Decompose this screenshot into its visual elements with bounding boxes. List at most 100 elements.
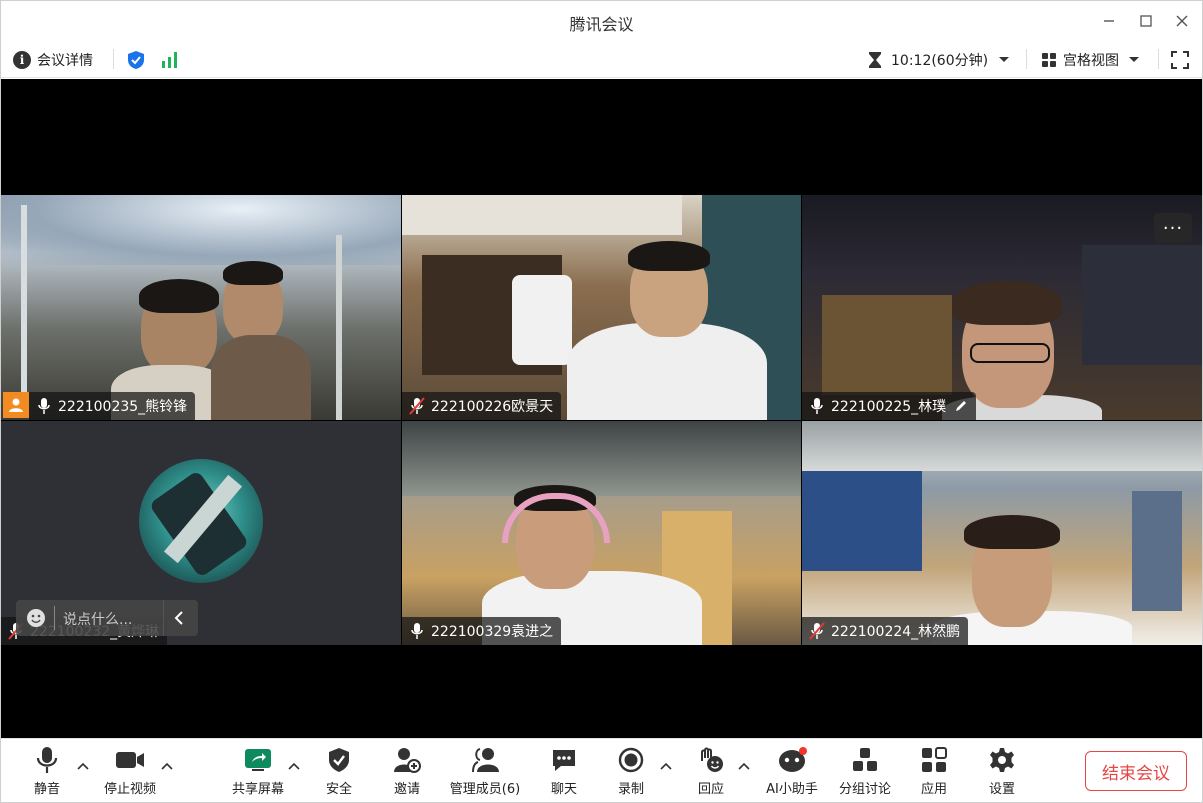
shield-icon — [324, 746, 354, 774]
grid-view-icon — [1041, 52, 1057, 68]
participant-name-tag: 222100235_熊铃锋 — [29, 392, 196, 420]
window-title: 腾讯会议 — [569, 15, 634, 34]
record-icon — [616, 746, 646, 774]
participant-name-tag: 222100226欧景天 — [402, 392, 562, 420]
members-icon — [470, 746, 500, 774]
view-mode-label: 宫格视图 — [1063, 52, 1119, 69]
manage-members-label: 管理成员(6) — [449, 782, 521, 797]
mic-muted-icon — [408, 397, 426, 415]
record-label: 录制 — [617, 782, 644, 797]
record-button[interactable]: 录制 — [611, 739, 651, 803]
video-tile[interactable]: 222100329袁进之 — [402, 421, 801, 645]
security-shield-icon[interactable] — [126, 41, 146, 78]
quick-chat-box[interactable]: 说点什么... — [16, 600, 198, 636]
react-label: 回应 — [697, 782, 724, 797]
minimize-icon[interactable] — [1098, 10, 1120, 32]
chevron-up-icon[interactable] — [287, 759, 301, 773]
divider — [1158, 49, 1159, 69]
breakout-icon — [850, 746, 880, 774]
title-bar: 腾讯会议 — [1, 1, 1202, 41]
video-tile[interactable]: 222100224_林然鹏 — [802, 421, 1202, 645]
stop-video-label: 停止视频 — [103, 782, 156, 797]
participant-name: 222100329袁进之 — [431, 624, 554, 640]
end-meeting-button[interactable]: 结束会议 — [1085, 751, 1187, 791]
gear-icon — [987, 746, 1017, 774]
apps-label: 应用 — [920, 782, 947, 797]
maximize-icon[interactable] — [1135, 10, 1157, 32]
info-icon: i — [13, 50, 31, 69]
chevron-down-icon — [1128, 56, 1140, 64]
security-button[interactable]: 安全 — [319, 739, 359, 803]
network-signal-icon[interactable] — [160, 41, 180, 78]
invite-label: 邀请 — [393, 782, 420, 797]
mute-button[interactable]: 静音 — [27, 739, 67, 803]
meeting-details-button[interactable]: i 会议详情 — [13, 41, 93, 78]
mute-label: 静音 — [33, 782, 60, 797]
close-icon[interactable] — [1171, 10, 1193, 32]
manage-members-button[interactable]: 管理成员(6) — [445, 739, 525, 803]
apps-button[interactable]: 应用 — [914, 739, 954, 803]
ai-assistant-label: AI小助手 — [766, 782, 818, 797]
participant-name-tag: 222100329袁进之 — [402, 617, 562, 645]
emoji-icon[interactable] — [26, 608, 46, 628]
add-user-icon — [392, 746, 422, 774]
ai-assistant-icon — [777, 746, 807, 774]
video-feed — [402, 195, 801, 420]
react-button[interactable]: 回应 — [691, 739, 731, 803]
chevron-down-icon — [998, 56, 1010, 64]
chat-bubble-icon — [549, 746, 579, 774]
security-label: 安全 — [325, 782, 352, 797]
chat-button[interactable]: 聊天 — [544, 739, 584, 803]
breakout-label: 分组讨论 — [838, 782, 891, 797]
mic-on-icon — [408, 622, 426, 640]
stop-video-button[interactable]: 停止视频 — [99, 739, 161, 803]
divider — [1026, 49, 1027, 69]
microphone-icon — [32, 746, 62, 774]
divider — [113, 49, 114, 69]
participant-name: 222100235_熊铃锋 — [58, 399, 188, 415]
chat-input-placeholder[interactable]: 说点什么... — [63, 609, 132, 629]
meeting-controls-bar: 静音 停止视频 共享屏幕 安全 邀请 管理成员(6) 聊天 录制 回应 AI小助… — [1, 738, 1202, 802]
participant-avatar — [139, 459, 263, 583]
mic-on-icon — [808, 397, 826, 415]
share-screen-button[interactable]: 共享屏幕 — [225, 739, 291, 803]
invite-button[interactable]: 邀请 — [387, 739, 427, 803]
participant-name: 222100224_林然鹏 — [831, 624, 961, 640]
meeting-window: 腾讯会议 i 会议详情 10:12(60分钟) 宫格视图 222100235_熊… — [0, 0, 1203, 803]
chevron-up-icon[interactable] — [659, 759, 673, 773]
chat-label: 聊天 — [550, 782, 577, 797]
video-feed — [1, 195, 401, 420]
participant-name: 222100225_林璞 — [831, 399, 947, 415]
video-grid: 222100235_熊铃锋 222100226欧景天 ··· 222100225… — [1, 79, 1202, 738]
fullscreen-icon[interactable] — [1171, 41, 1189, 78]
breakout-rooms-button[interactable]: 分组讨论 — [835, 739, 895, 803]
settings-label: 设置 — [988, 782, 1015, 797]
video-tile[interactable]: ··· 222100225_林璞 — [802, 195, 1202, 420]
share-screen-label: 共享屏幕 — [231, 782, 284, 797]
chevron-left-icon[interactable] — [174, 611, 184, 625]
share-screen-icon — [243, 746, 273, 774]
emoji-hand-icon — [696, 746, 726, 774]
ai-assistant-button[interactable]: AI小助手 — [761, 739, 823, 803]
settings-button[interactable]: 设置 — [982, 739, 1022, 803]
more-options-button[interactable]: ··· — [1154, 213, 1192, 243]
video-tile[interactable]: 222100226欧景天 — [402, 195, 801, 420]
video-tile[interactable]: 222100235_熊铃锋 — [1, 195, 401, 420]
video-feed — [802, 195, 1202, 420]
participant-name: 222100226欧景天 — [431, 399, 554, 415]
chevron-up-icon[interactable] — [76, 759, 90, 773]
apps-grid-icon — [919, 746, 949, 774]
video-feed — [802, 421, 1202, 645]
chevron-up-icon[interactable] — [737, 759, 751, 773]
mic-on-icon — [35, 397, 53, 415]
meeting-details-label: 会议详情 — [37, 52, 93, 69]
view-mode-dropdown[interactable]: 宫格视图 — [1041, 41, 1140, 78]
mic-muted-icon — [808, 622, 826, 640]
pencil-icon — [954, 399, 968, 413]
hourglass-icon — [867, 51, 883, 69]
video-camera-icon — [115, 746, 145, 774]
chevron-up-icon[interactable] — [160, 759, 174, 773]
meeting-timer[interactable]: 10:12(60分钟) — [867, 41, 1010, 78]
video-feed — [402, 421, 801, 645]
host-badge-icon — [3, 392, 29, 418]
